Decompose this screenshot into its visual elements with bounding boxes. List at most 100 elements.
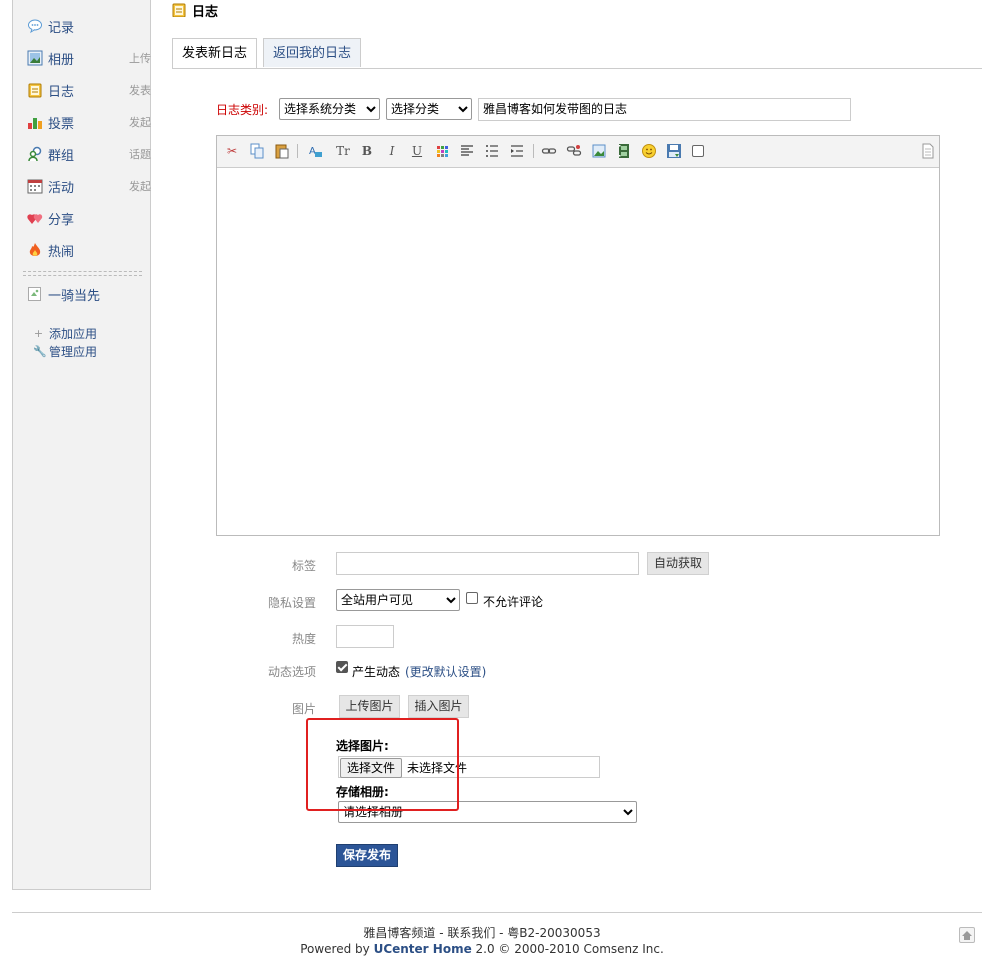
group-icon — [27, 146, 43, 162]
sidebar-app-label: 一骑当先 — [48, 288, 101, 304]
sidebar-app-item[interactable]: 一骑当先 — [27, 284, 139, 304]
wrench-icon: 🔧 — [33, 345, 47, 358]
system-category-select[interactable]: 选择系统分类 — [279, 98, 380, 120]
link-icon[interactable] — [541, 143, 557, 159]
tag-label: 标签 — [291, 559, 316, 573]
sidebar-item-album[interactable]: 相册 上传 — [27, 48, 151, 68]
sidebar-item-blog[interactable]: 日志 发表 — [27, 80, 151, 100]
plus-icon: + — [33, 327, 44, 340]
privacy-select[interactable]: 全站用户可见 — [336, 589, 460, 611]
tab-bar: 发表新日志 返回我的日志 — [172, 38, 982, 69]
sidebar-item-action[interactable]: 发起 — [129, 114, 151, 130]
divider — [23, 275, 142, 276]
no-comment-checkbox[interactable] — [466, 592, 478, 604]
heat-label: 热度 — [291, 632, 316, 646]
upload-image-button[interactable]: 上传图片 — [339, 695, 400, 718]
unlink-icon[interactable] — [566, 143, 582, 159]
bold-icon[interactable]: B — [359, 143, 375, 159]
file-input[interactable]: 选择文件 未选择文件 — [338, 756, 600, 778]
sidebar-item-action[interactable]: 话题 — [129, 146, 151, 162]
sidebar-item-share[interactable]: 分享 — [27, 208, 139, 228]
photo-icon — [27, 50, 43, 66]
list-icon[interactable] — [484, 143, 500, 159]
category-select[interactable]: 选择分类 — [386, 98, 472, 120]
film-icon[interactable] — [616, 143, 632, 159]
footer-divider — [12, 912, 982, 913]
powered-suffix: 2.0 © 2000-2010 Comsenz Inc. — [471, 942, 664, 956]
powered-prefix: Powered by — [300, 942, 374, 956]
sidebar-item-label: 群组 — [48, 148, 75, 164]
flame-icon — [27, 242, 43, 258]
paste-icon[interactable] — [274, 143, 290, 159]
full-screen-icon[interactable] — [920, 143, 936, 159]
rich-text-editor: ✂ A Tr B I U — [216, 135, 940, 536]
title-input[interactable]: 雅昌博客如何发带图的日志 — [478, 98, 851, 121]
choose-image-label: 选择图片: — [336, 739, 389, 753]
feed-checkbox[interactable] — [336, 661, 348, 673]
tag-input[interactable] — [336, 552, 639, 575]
footer-info: 雅昌博客频道 - 联系我们 - 粤B2-20030053 — [363, 926, 601, 940]
tab-new-blog[interactable]: 发表新日志 — [172, 38, 258, 68]
insert-image-button[interactable]: 插入图片 — [408, 695, 469, 718]
save-draft-icon[interactable] — [666, 143, 682, 159]
manage-app-label: 管理应用 — [49, 345, 98, 359]
add-app-link[interactable]: + 添加应用 — [33, 325, 97, 342]
sidebar-item-hot[interactable]: 热闹 — [27, 240, 139, 260]
manage-app-link[interactable]: 🔧 管理应用 — [33, 343, 97, 360]
speech-bubble-icon — [27, 18, 43, 34]
sidebar-item-label: 分享 — [48, 212, 75, 228]
feed-settings-link[interactable]: (更改默认设置) — [405, 663, 486, 680]
sidebar-item-action[interactable]: 上传 — [129, 50, 151, 66]
sidebar-item-label: 记录 — [48, 20, 75, 36]
align-left-icon[interactable] — [459, 143, 475, 159]
editor-toolbar: ✂ A Tr B I U — [217, 136, 939, 168]
no-comment-label: 不允许评论 — [483, 595, 544, 609]
sidebar-item-poll[interactable]: 投票 发起 — [27, 112, 151, 132]
sidebar-item-label: 日志 — [48, 84, 75, 100]
cut-icon[interactable]: ✂ — [224, 143, 240, 159]
sidebar-item-label: 投票 — [48, 116, 75, 132]
checkbox[interactable] — [692, 145, 704, 157]
font-size-icon[interactable]: Tr — [335, 143, 351, 159]
underline-icon[interactable]: U — [409, 143, 425, 159]
tab-my-blogs[interactable]: 返回我的日志 — [263, 38, 362, 67]
powered-brand[interactable]: UCenter Home — [374, 942, 472, 956]
sidebar-item-label: 活动 — [48, 180, 75, 196]
sidebar-item-event[interactable]: 活动 发起 — [27, 176, 151, 196]
page-title-text: 日志 — [192, 4, 219, 20]
indent-icon[interactable] — [509, 143, 525, 159]
page-title: 日志 — [172, 0, 218, 20]
toolbar-divider — [297, 144, 298, 158]
sidebar-item-label: 热闹 — [48, 244, 75, 260]
copy-icon[interactable] — [249, 143, 265, 159]
sidebar-item-action[interactable]: 发表 — [129, 82, 151, 98]
choose-file-button[interactable]: 选择文件 — [340, 758, 403, 778]
album-select[interactable]: 请选择相册 — [338, 801, 637, 823]
heat-input[interactable] — [336, 625, 394, 648]
image-icon[interactable] — [591, 143, 607, 159]
notebook-icon — [27, 82, 43, 98]
home-up-icon — [962, 931, 972, 940]
privacy-label: 隐私设置 — [267, 596, 316, 610]
smiley-icon[interactable] — [641, 143, 657, 159]
divider — [23, 271, 142, 272]
italic-icon[interactable]: I — [384, 143, 400, 159]
font-color-icon[interactable]: A — [308, 143, 324, 159]
editor-content-area[interactable] — [217, 168, 939, 535]
toolbar-divider — [533, 144, 534, 158]
category-label: 日志类别: — [216, 103, 269, 117]
color-grid-icon[interactable] — [434, 143, 450, 159]
sidebar-item-action[interactable]: 发起 — [129, 178, 151, 194]
html-mode-checkbox[interactable] — [690, 143, 706, 159]
save-publish-button[interactable]: 保存发布 — [336, 844, 398, 867]
auto-fetch-button[interactable]: 自动获取 — [647, 552, 709, 575]
add-app-label: 添加应用 — [49, 327, 98, 341]
back-to-top-button[interactable] — [959, 927, 975, 943]
sidebar-item-group[interactable]: 群组 话题 — [27, 144, 151, 164]
sidebar-item-label: 相册 — [48, 52, 75, 68]
file-status: 未选择文件 — [407, 761, 468, 775]
sidebar: 记录 相册 上传 日志 发表 投票 发起 群组 话题 活动 发起 分享 热闹 一… — [12, 0, 151, 890]
bar-chart-icon — [27, 114, 43, 130]
sidebar-item-record[interactable]: 记录 — [27, 16, 139, 36]
hearts-icon — [27, 210, 43, 226]
